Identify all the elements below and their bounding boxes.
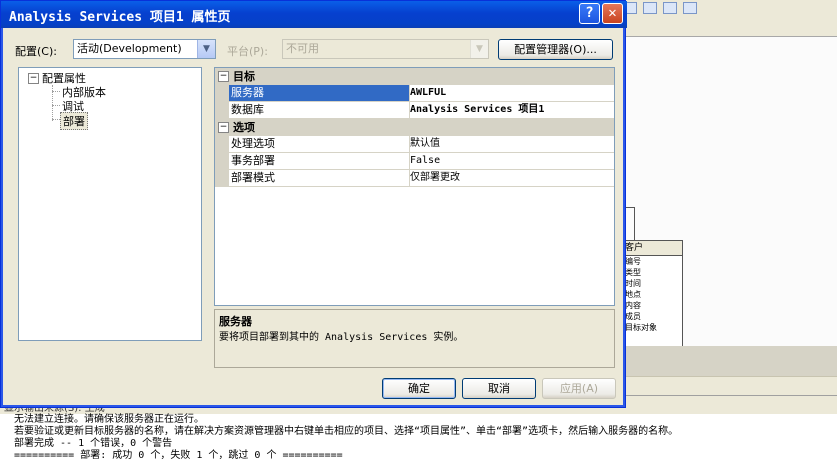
diagram-table-header: 客户 <box>622 241 682 256</box>
diagram-table-field: 类型 <box>625 268 641 277</box>
collapse-icon[interactable]: − <box>218 71 229 82</box>
property-name: 服务器 <box>229 85 410 102</box>
close-button[interactable]: ✕ <box>602 3 623 24</box>
row-gutter <box>215 102 229 119</box>
category-options[interactable]: − 选项 <box>215 119 614 136</box>
platform-label: 平台(P): <box>227 45 268 58</box>
toolbar-icon[interactable] <box>663 2 677 14</box>
property-row-database[interactable]: 数据库 Analysis Services 项目1 <box>215 102 614 119</box>
property-value[interactable]: 仅部署更改 <box>408 170 614 187</box>
config-label: 配置(C): <box>15 45 57 58</box>
dialog-titlebar[interactable]: Analysis Services 项目1 属性页 ? ✕ <box>1 1 627 28</box>
diagram-table-field: 编号 <box>625 257 641 266</box>
description-panel: 服务器 要将项目部署到其中的 Analysis Services 实例。 <box>214 309 615 368</box>
property-row-processing[interactable]: 处理选项 默认值 <box>215 136 614 153</box>
row-gutter <box>215 85 229 102</box>
tree-line <box>52 91 60 92</box>
apply-button: 应用(A) <box>542 378 616 399</box>
output-window[interactable]: 无法建立连接。请确保该服务器正在运行。 若要验证或更新目标服务器的名称，请在解决… <box>0 414 837 474</box>
output-line: ========== 部署: 成功 0 个，失败 1 个，跳过 0 个 ====… <box>14 450 343 461</box>
config-tree[interactable]: − 配置属性 内部版本 调试 部署 <box>18 67 202 341</box>
platform-value: 不可用 <box>286 42 319 55</box>
chevron-down-icon[interactable]: ▼ <box>197 40 215 58</box>
output-line: 无法建立连接。请确保该服务器正在运行。 <box>14 414 204 425</box>
property-value[interactable]: Analysis Services 项目1 <box>408 102 614 119</box>
property-pages-dialog: Analysis Services 项目1 属性页 ? ✕ 配置(C): 活动(… <box>0 0 627 408</box>
category-target[interactable]: − 目标 <box>215 68 614 85</box>
diagram-table-field: 时间 <box>625 279 641 288</box>
category-label: 选项 <box>233 121 255 134</box>
ok-button[interactable]: 确定 <box>382 378 456 399</box>
category-label: 目标 <box>233 70 255 83</box>
property-name: 部署模式 <box>229 170 410 187</box>
close-icon: ✕ <box>608 5 617 21</box>
property-value[interactable]: AWLFUL <box>408 85 614 102</box>
property-name: 数据库 <box>229 102 410 119</box>
config-combo[interactable]: 活动(Development) ▼ <box>73 39 216 59</box>
tree-line <box>52 119 60 120</box>
property-value[interactable]: False <box>408 153 614 170</box>
platform-combo: 不可用 ▼ <box>282 39 489 59</box>
diagram-table[interactable]: 客户 编号 类型 时间 地点 内容 成员 目标对象 <box>622 240 683 348</box>
dialog-title: Analysis Services 项目1 属性页 <box>9 10 231 25</box>
tree-node-deploy[interactable]: 部署 <box>60 112 88 130</box>
help-icon: ? <box>585 5 594 21</box>
tree-line <box>52 105 60 106</box>
designer-tabstrip <box>622 14 837 37</box>
diagram-table-field: 成员 <box>625 312 641 321</box>
toolbar-icon[interactable] <box>643 2 657 14</box>
diagram-table-field: 地点 <box>625 290 641 299</box>
property-value[interactable]: 默认值 <box>408 136 614 153</box>
config-value: 活动(Development) <box>77 42 182 55</box>
help-button[interactable]: ? <box>579 3 600 24</box>
description-text: 要将项目部署到其中的 Analysis Services 实例。 <box>219 332 464 343</box>
diagram-table-field: 内容 <box>625 301 641 310</box>
config-manager-button[interactable]: 配置管理器(O)... <box>498 39 613 60</box>
ide-toolbar <box>600 0 837 15</box>
chevron-down-icon: ▼ <box>470 40 488 58</box>
collapse-icon[interactable]: − <box>218 122 229 133</box>
output-line: 若要验证或更新目标服务器的名称，请在解决方案资源管理器中右键单击相应的项目、选择… <box>14 426 679 437</box>
property-row-server[interactable]: 服务器 AWLFUL <box>215 85 614 102</box>
description-title: 服务器 <box>219 315 252 328</box>
property-name: 处理选项 <box>229 136 410 153</box>
collapse-icon[interactable]: − <box>28 73 39 84</box>
row-gutter <box>215 153 229 170</box>
designer-bottom <box>622 346 837 376</box>
cancel-button[interactable]: 取消 <box>462 378 536 399</box>
row-gutter <box>215 170 229 187</box>
row-gutter <box>215 136 229 153</box>
property-name: 事务部署 <box>229 153 410 170</box>
property-row-transactional[interactable]: 事务部署 False <box>215 153 614 170</box>
toolbar-icon[interactable] <box>683 2 697 14</box>
property-row-deploy-mode[interactable]: 部署模式 仅部署更改 <box>215 170 614 187</box>
diagram-table-field: 目标对象 <box>625 323 657 332</box>
property-grid[interactable]: − 目标 服务器 AWLFUL 数据库 Analysis Services 项目… <box>214 67 615 306</box>
output-line: 部署完成 -- 1 个错误，0 个警告 <box>14 438 173 449</box>
